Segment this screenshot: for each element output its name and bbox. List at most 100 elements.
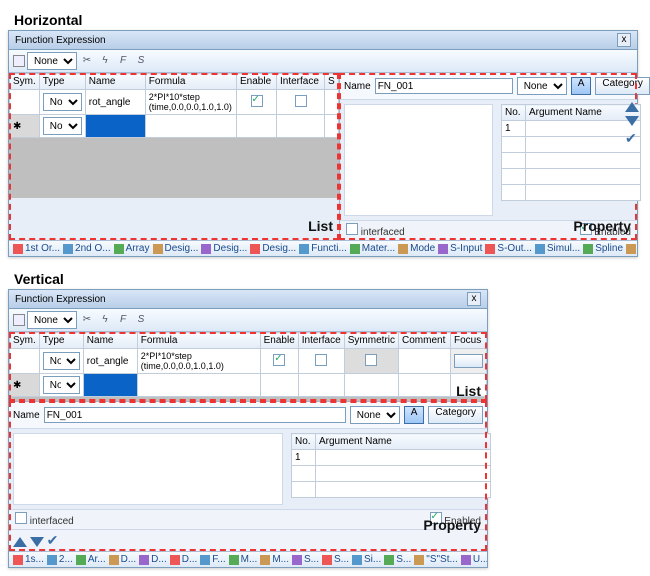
tab-item[interactable]: "S"String: [626, 243, 637, 254]
expression-textarea[interactable]: [13, 433, 283, 505]
toolbar-s-icon[interactable]: S: [133, 312, 149, 328]
col-interface: Interface: [298, 333, 344, 349]
args-col-name: Argument Name: [316, 434, 491, 450]
row-type-select[interactable]: None: [43, 376, 80, 394]
row-enable-checkbox[interactable]: [251, 95, 263, 107]
name-field[interactable]: [44, 407, 346, 423]
toolbar-cut-icon[interactable]: ✂: [79, 53, 95, 69]
table-row[interactable]: None rot_angle 2*PI*10*step (time,0.0,0.…: [10, 349, 487, 374]
col-comment: Comment: [399, 333, 451, 349]
interfaced-checkbox[interactable]: interfaced: [15, 512, 74, 527]
doc-icon[interactable]: [13, 314, 25, 326]
tab-label: Desig...: [262, 243, 296, 254]
row-name[interactable]: rot_angle: [83, 349, 137, 374]
row-interface-checkbox[interactable]: [315, 354, 327, 366]
tab-label: S-Out...: [497, 243, 531, 254]
row-formula[interactable]: 2*PI*10*step (time,0.0,0.0,1.0,1.0): [137, 349, 260, 374]
tab-label: 2nd O...: [75, 243, 111, 254]
args-row[interactable]: 1: [502, 121, 641, 137]
expression-textarea[interactable]: [344, 104, 493, 216]
doc-icon[interactable]: [13, 55, 25, 67]
toolbar-f-icon[interactable]: F: [115, 53, 131, 69]
tab-item[interactable]: 2nd O...: [63, 243, 111, 254]
row-name-selected[interactable]: [85, 115, 145, 138]
tab-item[interactable]: 1st Or...: [13, 243, 60, 254]
category-button[interactable]: Category: [428, 406, 483, 424]
col-s: S: [325, 74, 339, 90]
tab-item[interactable]: S-Out...: [485, 243, 531, 254]
confirm-icon[interactable]: ✔: [47, 532, 59, 548]
list-table[interactable]: Sym. Type Name Formula Enable Interface …: [9, 332, 487, 397]
row-interface-checkbox[interactable]: [295, 95, 307, 107]
name-field[interactable]: [375, 78, 513, 94]
row-type-select[interactable]: None: [43, 117, 82, 135]
move-down-icon[interactable]: [30, 537, 44, 547]
tab-icon: [299, 244, 309, 254]
tab-item[interactable]: Array: [114, 243, 150, 254]
focus-button[interactable]: [454, 354, 483, 368]
row-symmetric-checkbox[interactable]: [365, 354, 377, 366]
confirm-icon[interactable]: ✔: [625, 130, 639, 147]
args-no: 1: [502, 121, 526, 137]
arguments-table[interactable]: No. Argument Name 1: [291, 433, 491, 498]
a-button[interactable]: A: [404, 406, 425, 424]
row-formula[interactable]: 2*PI*10*step (time,0.0,0.0,1.0,1.0): [145, 90, 236, 115]
toolbar-type-select[interactable]: None: [27, 311, 77, 329]
row-enable-checkbox[interactable]: [273, 354, 285, 366]
move-up-icon[interactable]: [13, 537, 27, 547]
tab-item[interactable]: S-Input: [438, 243, 482, 254]
name-label: Name: [344, 81, 371, 92]
arguments-table[interactable]: No. Argument Name 1: [501, 104, 641, 201]
table-row[interactable]: ✱ None: [10, 374, 487, 397]
panel-horizontal: Function Expression x None ✂ ϟ F S Sym. …: [8, 30, 638, 257]
tab-item[interactable]: Mater...: [350, 243, 395, 254]
tab-item[interactable]: Desig...: [250, 243, 296, 254]
tab-label: Mater...: [362, 243, 395, 254]
row-type-select[interactable]: None: [43, 352, 80, 370]
property-pane: Name None A Category No. Argument Name 1: [9, 401, 487, 551]
tab-item[interactable]: Functi...: [299, 243, 347, 254]
interfaced-checkbox[interactable]: interfaced: [346, 223, 405, 238]
row-type-select[interactable]: None: [43, 93, 82, 111]
args-name[interactable]: [526, 121, 641, 137]
tab-icon: [250, 244, 260, 254]
col-type: Type: [39, 333, 83, 349]
tab-icon: [201, 244, 211, 254]
toolbar: None ✂ ϟ F S: [9, 309, 487, 332]
toolbar-fx-icon[interactable]: ϟ: [97, 312, 113, 328]
property-pane: Name None A Category No. Argument Name 1: [339, 73, 637, 240]
list-table[interactable]: Sym. Type Name Formula Enable Interface …: [9, 73, 339, 138]
tab-item[interactable]: Simul...: [535, 243, 580, 254]
table-row[interactable]: None rot_angle 2*PI*10*step (time,0.0,0.…: [10, 90, 339, 115]
close-icon[interactable]: x: [617, 33, 631, 47]
toolbar-cut-icon[interactable]: ✂: [79, 312, 95, 328]
move-down-icon[interactable]: [625, 116, 639, 126]
close-icon[interactable]: x: [467, 292, 481, 306]
prop-type-select[interactable]: None: [517, 77, 567, 95]
tab-icon: [535, 244, 545, 254]
prop-type-select[interactable]: None: [350, 406, 400, 424]
toolbar-f-icon[interactable]: F: [115, 312, 131, 328]
category-button[interactable]: Category: [595, 77, 650, 95]
toolbar-fx-icon[interactable]: ϟ: [97, 53, 113, 69]
tab-item[interactable]: Desig...: [153, 243, 199, 254]
toolbar-type-select[interactable]: None: [27, 52, 77, 70]
col-name: Name: [83, 333, 137, 349]
panel-title: Function Expression: [15, 35, 106, 46]
pane-tag-property: Property: [423, 517, 481, 533]
row-name[interactable]: rot_angle: [85, 90, 145, 115]
tab-icon: [398, 244, 408, 254]
a-button[interactable]: A: [571, 77, 592, 95]
move-up-icon[interactable]: [625, 102, 639, 112]
pane-tag-property: Property: [573, 218, 631, 234]
toolbar: None ✂ ϟ F S: [9, 50, 637, 73]
tab-item[interactable]: Spline: [583, 243, 623, 254]
args-row[interactable]: 1: [292, 450, 491, 466]
toolbar-s-icon[interactable]: S: [133, 53, 149, 69]
tab-item[interactable]: Mode: [398, 243, 435, 254]
tab-item[interactable]: Desig...: [201, 243, 247, 254]
row-name-selected[interactable]: [83, 374, 137, 397]
row-comment[interactable]: [399, 349, 451, 374]
args-name[interactable]: [316, 450, 491, 466]
table-row[interactable]: ✱ None: [10, 115, 339, 138]
